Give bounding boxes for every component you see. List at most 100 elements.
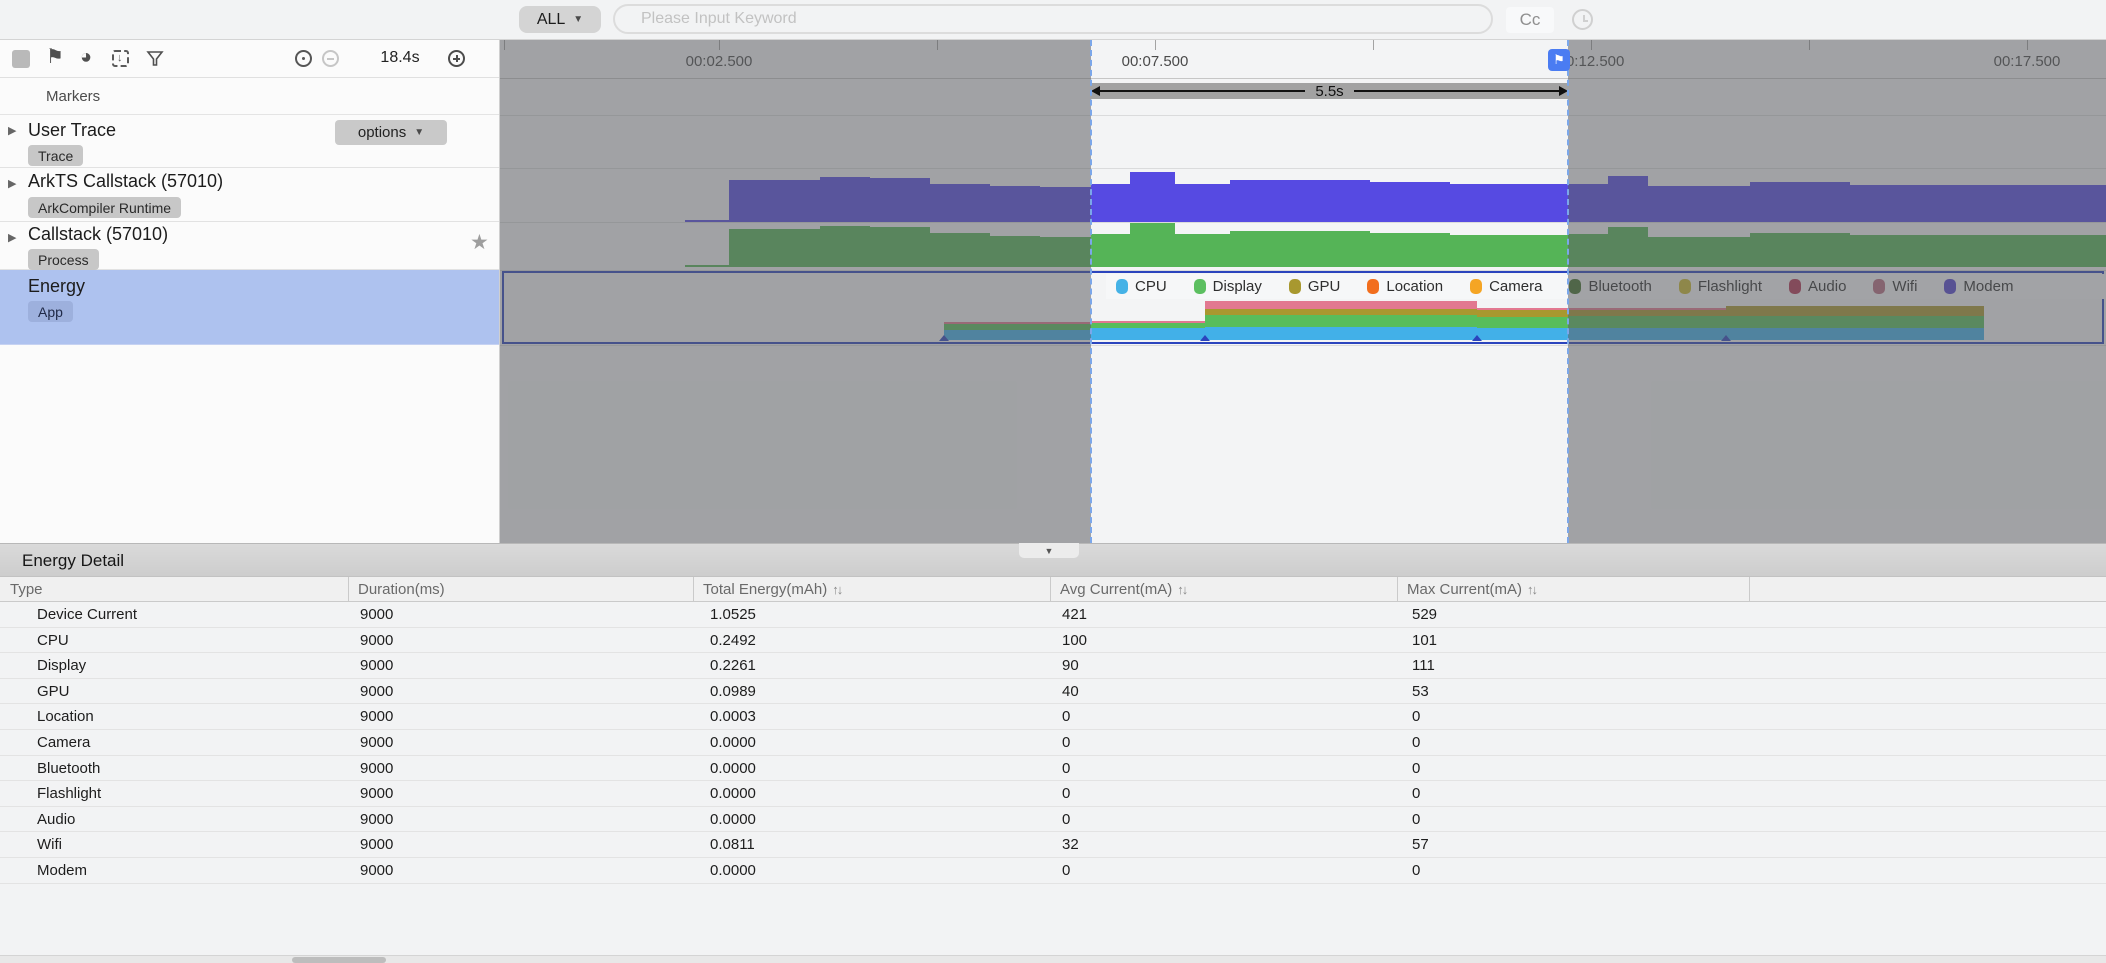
- table-cell: 0.0000: [710, 861, 756, 879]
- scrollbar-thumb[interactable]: [292, 957, 386, 963]
- flag-tool-button[interactable]: ⚑: [46, 47, 64, 67]
- table-cell: 9000: [360, 861, 394, 879]
- table-row[interactable]: Location 9000 0.0003 0 0: [0, 704, 2106, 730]
- track-title: Energy: [28, 276, 86, 296]
- table-cell: 0.0000: [710, 810, 756, 828]
- table-cell: 9000: [360, 733, 394, 751]
- expand-arrow-icon[interactable]: ▶: [8, 231, 16, 244]
- table-cell: 0: [1412, 810, 1421, 828]
- timeline-chart-area[interactable]: 00:02.50000:07.50000:12.50000:17.500 5.5…: [500, 40, 2106, 543]
- sidebar-item-energy[interactable]: Energy App: [0, 270, 499, 345]
- table-cell: 0: [1412, 785, 1421, 803]
- table-cell: 0.2492: [710, 631, 756, 649]
- chart-step-bar: [1370, 233, 1450, 267]
- capture-region-button[interactable]: [112, 50, 129, 67]
- energy-marker-icon: [1200, 335, 1210, 341]
- reset-zoom-button[interactable]: [295, 50, 312, 67]
- column-header-type[interactable]: Type: [10, 581, 43, 598]
- table-row[interactable]: Audio 9000 0.0000 0 0: [0, 807, 2106, 833]
- energy-band-cpu: [1205, 327, 1477, 340]
- chart-step-bar: [1130, 172, 1175, 222]
- table-cell: 9000: [360, 631, 394, 649]
- table-cell: Location: [37, 708, 94, 726]
- column-separator: [1050, 577, 1051, 602]
- contrast-tool-button[interactable]: ◕: [80, 47, 92, 67]
- selection-start-line[interactable]: [1090, 40, 1092, 543]
- ruler-tick: [1373, 40, 1374, 50]
- filter-dropdown[interactable]: ALL ▼: [519, 6, 601, 33]
- selection-range-arrow[interactable]: 5.5s: [1091, 83, 1569, 100]
- column-separator: [693, 577, 694, 602]
- table-row[interactable]: GPU 9000 0.0989 40 53: [0, 679, 2106, 705]
- legend-item[interactable]: Display: [1193, 278, 1262, 295]
- table-cell: CPU: [37, 631, 69, 649]
- table-cell: 0.0000: [710, 785, 756, 803]
- search-input[interactable]: [613, 4, 1493, 34]
- expand-arrow-icon[interactable]: ▶: [8, 177, 16, 190]
- selection-flag-icon[interactable]: ⚑: [1548, 49, 1570, 71]
- legend-item[interactable]: CPU: [1116, 278, 1167, 295]
- expand-arrow-icon[interactable]: ▶: [8, 124, 16, 137]
- table-cell: 57: [1412, 836, 1429, 854]
- table-cell: 40: [1062, 682, 1079, 700]
- legend-item[interactable]: GPU: [1288, 278, 1340, 295]
- table-row[interactable]: Modem 9000 0.0000 0 0: [0, 858, 2106, 884]
- track-tag: App: [28, 301, 73, 322]
- chart-step-bar: [1130, 223, 1175, 267]
- table-row[interactable]: Device Current 9000 1.0525 421 529: [0, 602, 2106, 628]
- horizontal-scrollbar[interactable]: [0, 955, 2106, 963]
- energy-band-wifi: [1205, 301, 1477, 309]
- filter-funnel-icon[interactable]: [146, 50, 164, 68]
- match-case-button[interactable]: Cc: [1506, 7, 1554, 33]
- table-cell: 0.0000: [710, 759, 756, 777]
- clock-icon[interactable]: [1572, 9, 1593, 30]
- table-row[interactable]: Display 9000 0.2261 90 111: [0, 653, 2106, 679]
- energy-detail-panel: ▼ Energy Detail Type Duration(ms) Total En…: [0, 543, 2106, 963]
- legend-label: CPU: [1135, 278, 1167, 295]
- arrow-line: [1353, 90, 1560, 92]
- table-cell: Display: [37, 657, 87, 675]
- column-header-duration-ms-[interactable]: Duration(ms): [358, 581, 445, 598]
- table-row[interactable]: Wifi 9000 0.0811 32 57: [0, 832, 2106, 858]
- table-cell: 0.0989: [710, 682, 756, 700]
- column-header-max-current-ma-[interactable]: Max Current(mA) ↑↓: [1407, 581, 1538, 598]
- sort-icon[interactable]: ↑↓: [832, 582, 843, 597]
- favorite-star-icon[interactable]: ★: [470, 230, 489, 255]
- sort-icon[interactable]: ↑↓: [1177, 582, 1188, 597]
- table-row[interactable]: Camera 9000 0.0000 0 0: [0, 730, 2106, 756]
- column-header-total-energy-mah-[interactable]: Total Energy(mAh) ↑↓: [703, 581, 843, 598]
- energy-band-wifi: [1091, 321, 1205, 323]
- table-cell: 0: [1412, 759, 1421, 777]
- sidebar-item-user-trace[interactable]: ▶ User Trace Trace options ▼: [0, 115, 499, 168]
- table-cell: 100: [1062, 631, 1088, 649]
- table-cell: 0.0000: [710, 733, 756, 751]
- table-row[interactable]: Bluetooth 9000 0.0000 0 0: [0, 756, 2106, 782]
- legend-item[interactable]: Location: [1367, 278, 1443, 295]
- table-row[interactable]: CPU 9000 0.2492 100 101: [0, 628, 2106, 654]
- table-cell: Audio: [37, 810, 76, 828]
- table-cell: 9000: [360, 657, 394, 675]
- legend-chip: [1367, 279, 1380, 294]
- options-dropdown[interactable]: options ▼: [335, 120, 447, 145]
- legend-label: Display: [1212, 278, 1262, 295]
- zoom-in-button[interactable]: [448, 50, 465, 67]
- markers-row: Markers: [0, 78, 499, 115]
- table-row[interactable]: Flashlight 9000 0.0000 0 0: [0, 781, 2106, 807]
- collapse-panel-button[interactable]: ▼: [1019, 543, 1079, 558]
- ruler-time-label: 00:07.500: [1121, 53, 1189, 70]
- table-cell: 0.0811: [710, 836, 755, 854]
- sidebar-item-callstack[interactable]: ▶ Callstack (57010) Process ★: [0, 222, 499, 270]
- chart-step-bar: [1450, 235, 1568, 267]
- sidebar-item-arkts-callstack[interactable]: ▶ ArkTS Callstack (57010) ArkCompiler Ru…: [0, 168, 499, 222]
- selection-end-line[interactable]: [1567, 40, 1569, 543]
- sort-icon[interactable]: ↑↓: [1527, 582, 1538, 597]
- chart-step-bar: [1091, 234, 1130, 267]
- selection-box-button[interactable]: [12, 50, 30, 68]
- zoom-out-button[interactable]: [322, 50, 339, 67]
- chart-step-bar: [1091, 184, 1130, 222]
- column-header-avg-current-ma-[interactable]: Avg Current(mA) ↑↓: [1060, 581, 1188, 598]
- energy-band-gpu: [1477, 310, 1568, 317]
- chart-step-bar: [1450, 184, 1568, 222]
- legend-item[interactable]: Camera: [1470, 278, 1542, 295]
- chart-step-bar: [1230, 231, 1370, 267]
